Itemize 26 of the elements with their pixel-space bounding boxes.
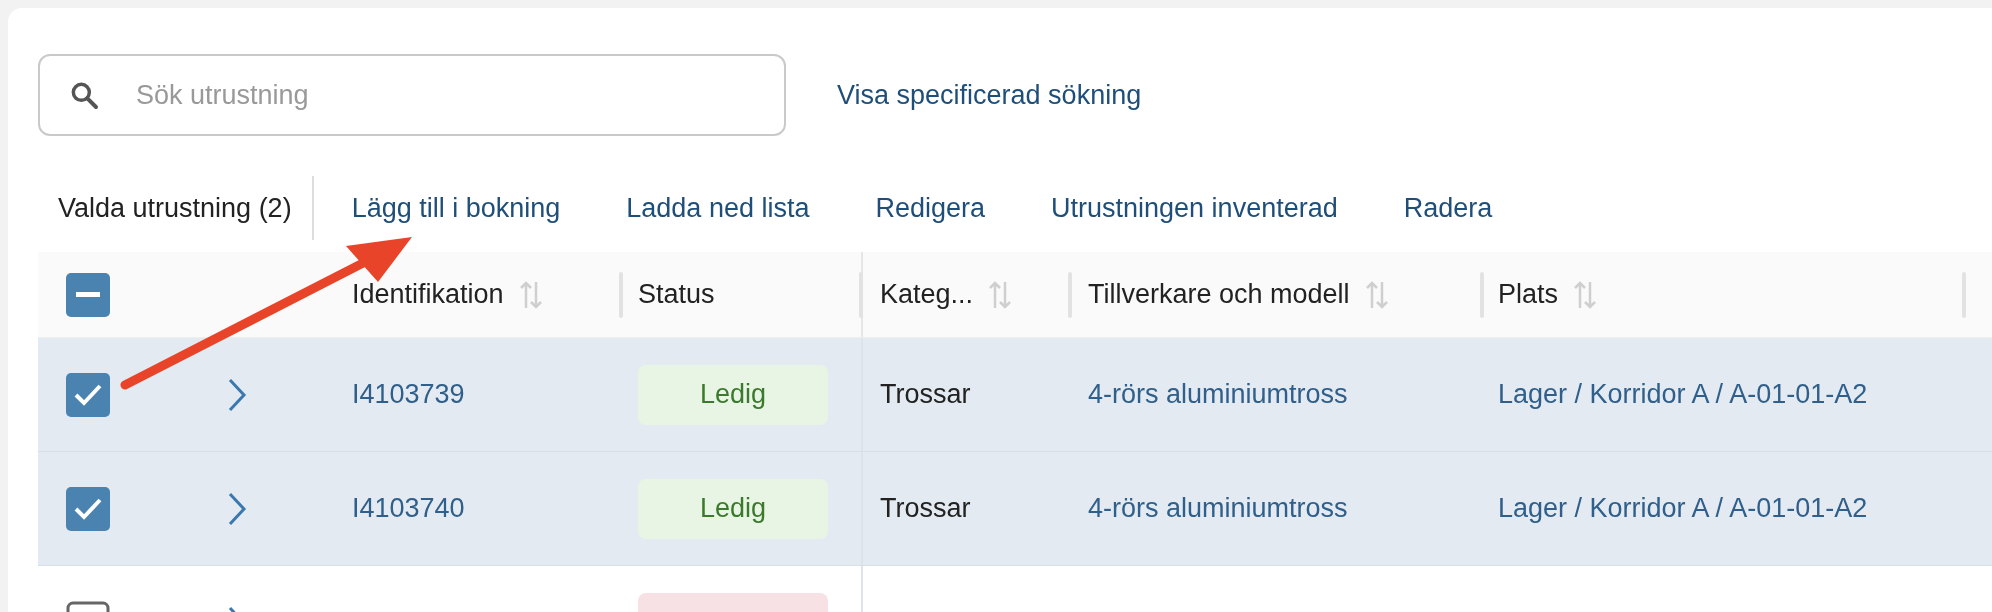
action-link[interactable]: Redigera (875, 187, 986, 229)
equipment-id-link[interactable]: I4103739 (352, 374, 465, 415)
row-checkbox[interactable] (66, 486, 110, 531)
row-checkbox[interactable] (66, 372, 110, 417)
advanced-search-link[interactable]: Visa specificerad sökning (837, 74, 1142, 116)
category-text: Trossar (880, 492, 971, 526)
column-header[interactable]: Identifikation (352, 274, 504, 315)
location-link[interactable]: Lager / Korridor A / A-01-01-A2 (1498, 374, 1868, 415)
search-field[interactable]: Sök utrustning (38, 54, 786, 136)
action-link[interactable]: Utrustningen inventerad (1051, 187, 1338, 229)
equipment-id-link[interactable]: I4103740 (352, 488, 465, 529)
column-header[interactable]: Status (638, 274, 715, 315)
status-badge: Ledig (638, 364, 828, 425)
category-text: Trossar (880, 378, 971, 412)
location-link[interactable]: Lager / Korridor A / A-01-01-A2 (1498, 488, 1868, 529)
action-link[interactable]: Lägg till i bokning (351, 187, 561, 229)
action-link[interactable]: Radera (1403, 187, 1493, 229)
column-header[interactable]: Plats (1498, 274, 1559, 315)
action-link[interactable]: Ladda ned lista (626, 187, 810, 229)
column-header[interactable]: Tillverkare och modell (1088, 274, 1350, 315)
model-link[interactable]: 4-rörs aluminiumtross (1088, 374, 1348, 415)
column-header[interactable]: Kateg... (880, 274, 974, 315)
selection-count: Valda utrustning (2) (58, 191, 293, 225)
model-link[interactable]: 4-rörs aluminiumtross (1088, 488, 1348, 529)
status-badge: Ledig (638, 478, 828, 539)
select-all-checkbox[interactable] (66, 272, 110, 317)
